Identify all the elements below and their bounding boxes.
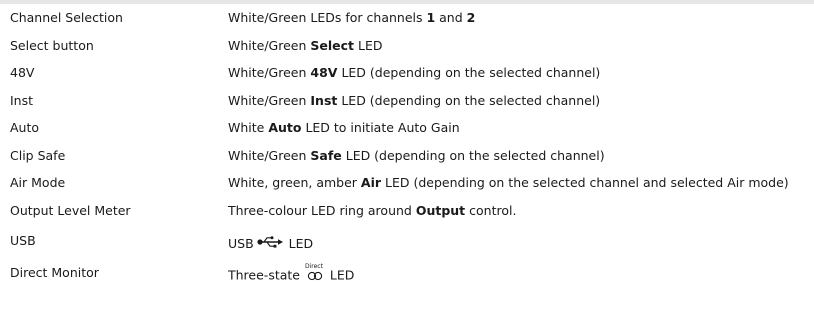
feature-description: White/Green 48V LED (depending on the se… — [228, 59, 814, 87]
description-text: Three-state — [228, 267, 304, 283]
description-bold: 48V — [310, 65, 338, 81]
description-text: and — [435, 10, 467, 26]
description-text: White/Green — [228, 37, 311, 53]
feature-description: White/Green Inst LED (depending on the s… — [228, 87, 814, 115]
feature-description: White/Green Safe LED (depending on the s… — [228, 142, 814, 170]
description-text: LED — [284, 236, 314, 251]
description-text: White/Green — [228, 65, 311, 81]
feature-name: Clip Safe — [10, 147, 66, 163]
table-row: 48V White/Green 48V LED (depending on th… — [0, 59, 814, 87]
description-text: White/Green — [228, 147, 311, 163]
feature-name: Direct Monitor — [10, 264, 99, 280]
feature-name: Channel Selection — [10, 10, 123, 26]
feature-name: USB — [10, 232, 36, 248]
feature-description: White/Green LEDs for channels 1 and 2 — [228, 4, 814, 32]
description-text: LED (depending on the selected channel) — [337, 92, 601, 108]
table-row: Air Mode White, green, amber Air LED (de… — [0, 169, 814, 197]
description-text: White/Green LEDs for channels — [228, 10, 427, 26]
description-bold: Auto — [268, 120, 302, 136]
table-row: Auto White Auto LED to initiate Auto Gai… — [0, 114, 814, 142]
feature-name: Inst — [10, 92, 34, 108]
description-bold: Output — [415, 202, 466, 218]
description-bold: 1 — [426, 10, 436, 26]
table-row: USB USB LED — [0, 224, 814, 256]
description-text: Three-colour LED ring around — [228, 202, 416, 218]
feature-description: White, green, amber Air LED (depending o… — [228, 169, 814, 197]
feature-description: White Auto LED to initiate Auto Gain — [228, 114, 814, 142]
description-bold: 2 — [466, 10, 476, 26]
direct-monitor-icon-label: Direct — [304, 263, 323, 270]
description-text: White, green, amber — [228, 175, 361, 191]
feature-description: USB LED — [228, 224, 814, 256]
feature-name: Select button — [10, 37, 94, 53]
table-row: Select button White/Green Select LED — [0, 32, 814, 60]
table-row: Output Level Meter Three-colour LED ring… — [0, 197, 814, 225]
description-text: LED (depending on the selected channel a… — [381, 175, 789, 191]
description-text: USB — [228, 236, 254, 251]
description-bold: Inst — [310, 92, 338, 108]
led-feature-table: Channel Selection White/Green LEDs for c… — [0, 4, 814, 288]
description-text: LED (depending on the selected channel) — [337, 65, 601, 81]
description-text: LED — [325, 267, 355, 283]
description-text: control. — [465, 202, 517, 218]
description-text: White — [228, 120, 269, 136]
feature-description: Three-colour LED ring around Output cont… — [228, 197, 814, 225]
feature-name: Air Mode — [10, 175, 66, 191]
usb-icon — [257, 236, 283, 251]
direct-monitor-icon: Direct — [304, 263, 324, 282]
description-text: LED — [354, 37, 383, 53]
description-bold: Select — [310, 37, 355, 53]
table-row: Clip Safe White/Green Safe LED (dependin… — [0, 142, 814, 170]
feature-name: 48V — [10, 65, 35, 81]
description-text: LED (depending on the selected channel) — [341, 147, 605, 163]
table-row: Channel Selection White/Green LEDs for c… — [0, 4, 814, 32]
feature-description: White/Green Select LED — [228, 32, 814, 60]
feature-description: Three-state Direct LED — [228, 256, 814, 288]
feature-name: Auto — [10, 120, 40, 136]
description-bold: Air — [360, 175, 382, 191]
description-bold: Safe — [310, 147, 342, 163]
description-text: White/Green — [228, 92, 311, 108]
table-row: Inst White/Green Inst LED (depending on … — [0, 87, 814, 115]
description-text: LED to initiate Auto Gain — [301, 120, 460, 136]
table-row: Direct Monitor Three-state Direct LED — [0, 256, 814, 288]
feature-name: Output Level Meter — [10, 202, 131, 218]
